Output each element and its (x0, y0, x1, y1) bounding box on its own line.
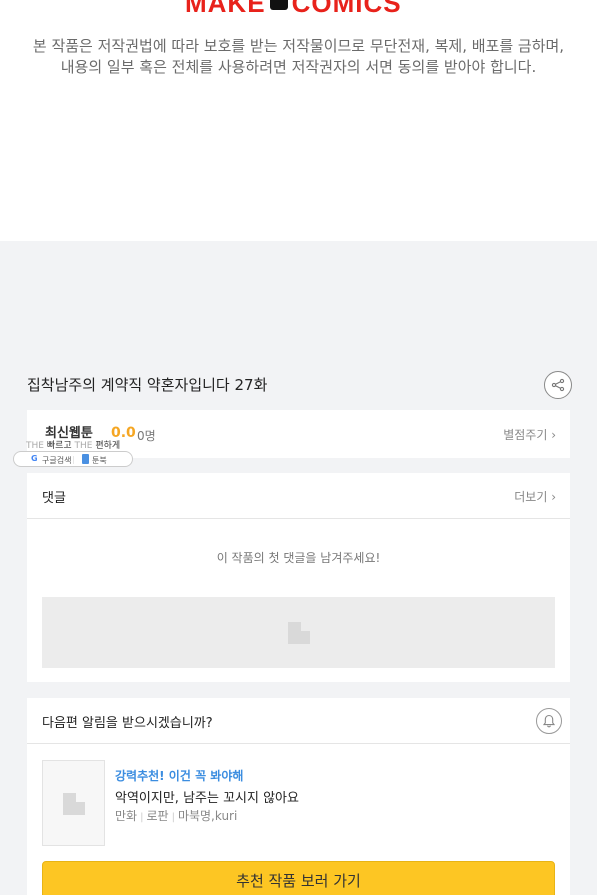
recommend-tag: 강력추천! 이건 꼭 봐야해 (115, 769, 244, 783)
episode-title: 집착남주의 계약직 약혼자입니다 27화 (27, 376, 268, 394)
view-recommended-button[interactable]: 추천 작품 보러 가기 (42, 861, 555, 895)
episode-title-row: 집착남주의 계약직 약혼자입니다 27화 (27, 371, 572, 399)
rating-count: 0명 (137, 429, 156, 443)
promo-divider: | (72, 455, 75, 464)
bookmark-icon (82, 454, 89, 464)
comment-section: 댓글 더보기 › 이 작품의 첫 댓글을 남겨주세요! (27, 473, 570, 682)
copyright-notice: 본 작품은 저작권법에 따라 보호를 받는 저작물이므로 무단전재, 복제, 배… (0, 36, 597, 78)
image-placeholder-icon (288, 622, 310, 644)
comment-empty-message: 이 작품의 첫 댓글을 남겨주세요! (216, 551, 381, 565)
copyright-line-1: 본 작품은 저작권법에 따라 보호를 받는 저작물이므로 무단전재, 복제, 배… (32, 37, 565, 55)
genre-label: 만화 (115, 809, 138, 823)
notification-section: 다음편 알림을 받으시겠습니까? 강력추천! 이건 꼭 봐야해 악역이지만, 남… (27, 698, 570, 895)
comment-header: 댓글 더보기 › (27, 473, 570, 519)
share-button[interactable] (544, 371, 572, 399)
toonbook-label: 툰북 (92, 456, 107, 465)
rate-button[interactable]: 별점주기 › (503, 426, 556, 443)
copyright-line-2: 내용의 일부 혹은 전체를 사용하려면 저작권자의 서면 동의를 받아야 합니다… (60, 58, 537, 76)
recommended-meta: 만화 | 로판 | 마북명,kuri (115, 809, 238, 823)
recommended-title[interactable]: 악역이지만, 남주는 꼬시지 않아요 (115, 787, 299, 806)
comment-label: 댓글 (42, 491, 66, 506)
site-logo: MAKE COMICS (185, 0, 402, 19)
notification-header: 다음편 알림을 받으시겠습니까? (27, 698, 570, 744)
comment-more-link[interactable]: 더보기 › (514, 488, 556, 505)
google-search-label: 구글검색 (42, 456, 72, 465)
author-label: 마북명,kuri (177, 809, 238, 823)
subgenre-label: 로판 (146, 809, 169, 823)
bell-icon (542, 714, 556, 728)
logo-mark-icon (269, 0, 288, 10)
recommended-thumbnail[interactable] (42, 760, 105, 846)
notification-bell-button[interactable] (536, 708, 562, 734)
google-icon: G (31, 454, 38, 463)
share-icon (551, 378, 565, 392)
promo-slogan: THE 빠르고 THE 편하게 (26, 441, 121, 451)
promo-bookmark-banner[interactable]: THE 빠르고 THE 편하게 G 구글검색 | 툰북 (13, 436, 133, 468)
image-placeholder-icon (63, 793, 85, 815)
promo-pill[interactable]: G 구글검색 | 툰북 (13, 451, 133, 467)
copyright-section: MAKE COMICS 본 작품은 저작권법에 따라 보호를 받는 저작물이므로 … (0, 0, 597, 241)
notification-question: 다음편 알림을 받으시겠습니까? (42, 716, 213, 731)
ad-placeholder (42, 597, 555, 668)
